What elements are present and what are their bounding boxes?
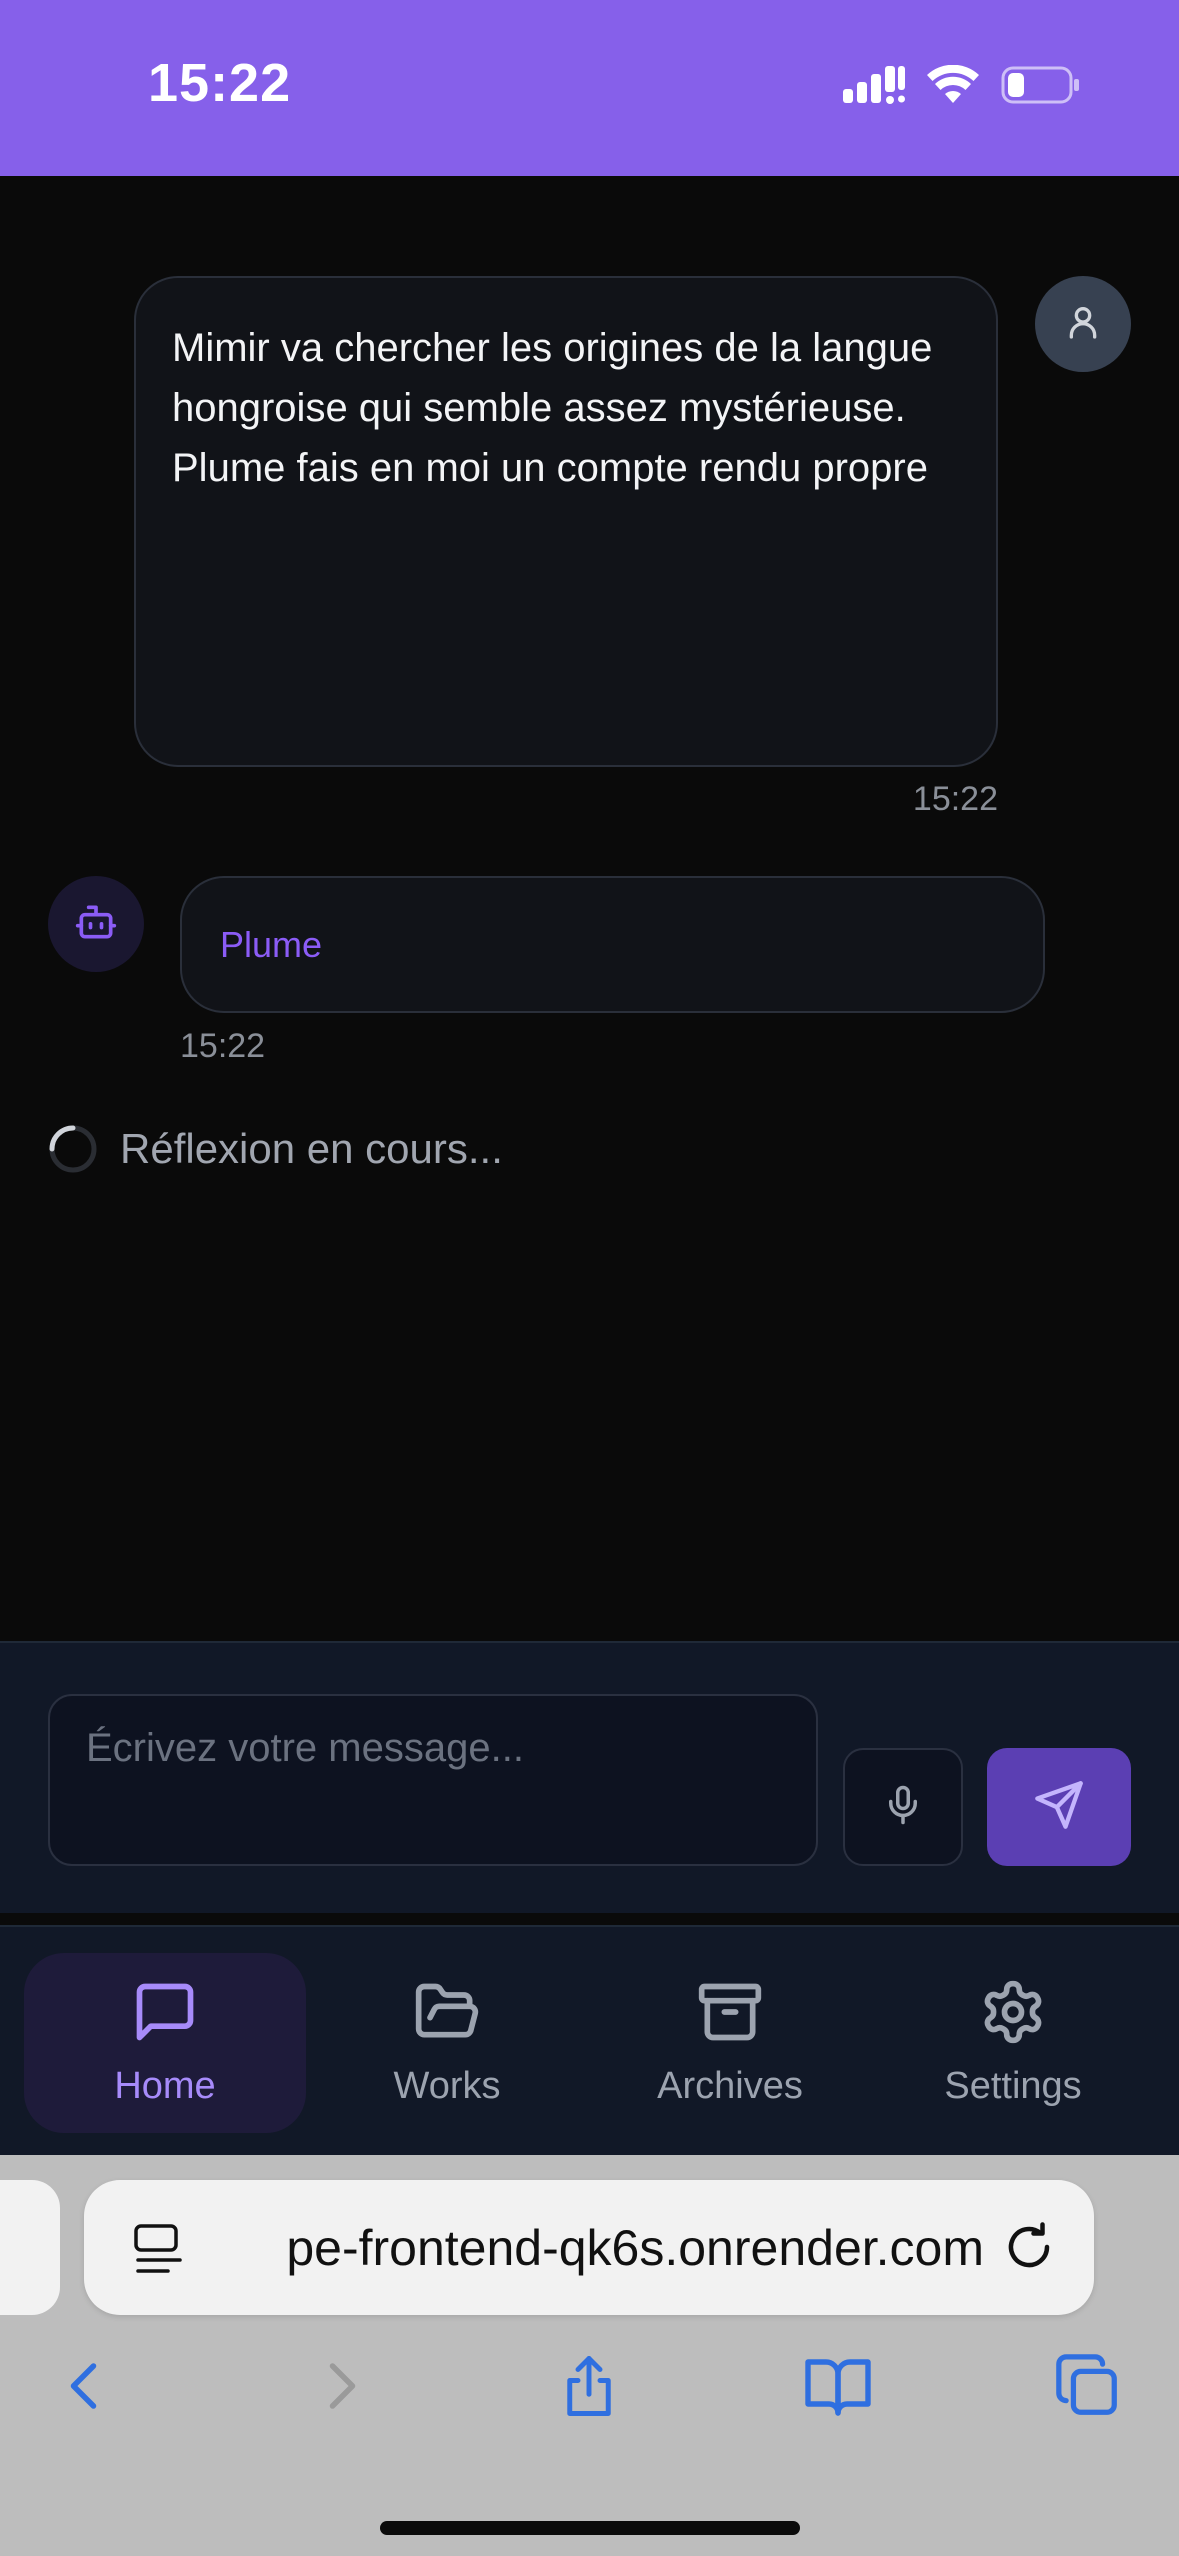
- thinking-indicator: Réflexion en cours...: [48, 1124, 503, 1174]
- user-message-bubble: Mimir va chercher les origines de la lan…: [134, 276, 998, 767]
- status-icons: [843, 60, 1081, 110]
- gear-icon: [979, 1978, 1047, 2051]
- address-bar[interactable]: pe-frontend-qk6s.onrender.com: [84, 2180, 1094, 2315]
- back-icon: [56, 2356, 116, 2421]
- battery-icon: [1001, 65, 1081, 105]
- spinner-icon: [48, 1124, 98, 1174]
- chat-icon: [131, 1978, 199, 2051]
- user-message-time: 15:22: [912, 780, 998, 818]
- status-time: 15:22: [148, 53, 292, 113]
- nav-item-works[interactable]: Works: [306, 1953, 588, 2133]
- bookmarks-button[interactable]: [790, 2340, 886, 2436]
- previous-tab-peek[interactable]: [0, 2180, 60, 2315]
- microphone-icon: [882, 1784, 924, 1831]
- user-avatar: [1035, 276, 1131, 372]
- bot-avatar: [48, 876, 144, 972]
- nav-label-settings: Settings: [944, 2065, 1082, 2107]
- user-message-text: Mimir va chercher les origines de la lan…: [172, 326, 933, 490]
- thinking-text: Réflexion en cours...: [120, 1125, 503, 1172]
- share-button[interactable]: [541, 2340, 637, 2436]
- status-bar: 15:22: [0, 0, 1179, 176]
- bot-message-bubble: Plume: [180, 876, 1045, 1013]
- bot-message-time: 15:22: [180, 1027, 266, 1065]
- tabs-button[interactable]: [1040, 2340, 1136, 2436]
- nav-item-home[interactable]: Home: [24, 1953, 306, 2133]
- send-button[interactable]: [987, 1748, 1131, 1866]
- nav-label-works: Works: [393, 2065, 501, 2107]
- folder-icon: [413, 1978, 481, 2051]
- nav-item-settings[interactable]: Settings: [872, 1953, 1154, 2133]
- nav-label-home: Home: [114, 2065, 216, 2107]
- microphone-button[interactable]: [843, 1748, 963, 1866]
- bot-icon: [74, 900, 118, 949]
- message-composer: [0, 1641, 1179, 1913]
- message-input[interactable]: [48, 1694, 818, 1866]
- url-text: pe-frontend-qk6s.onrender.com: [286, 2219, 984, 2276]
- divider: [0, 1913, 1179, 1925]
- home-indicator[interactable]: [380, 2521, 800, 2535]
- bookmarks-icon: [802, 2350, 874, 2427]
- browser-chrome: pe-frontend-qk6s.onrender.com: [0, 2155, 1179, 2556]
- reload-icon[interactable]: [1002, 2220, 1056, 2279]
- bottom-nav: Home Works Archives Settings: [0, 1925, 1179, 2155]
- forward-icon: [310, 2356, 370, 2421]
- cellular-signal-icon: [843, 65, 905, 105]
- nav-label-archives: Archives: [657, 2065, 803, 2107]
- share-icon: [556, 2353, 622, 2424]
- send-icon: [1033, 1779, 1085, 1836]
- forward-button[interactable]: [292, 2340, 388, 2436]
- nav-item-archives[interactable]: Archives: [589, 1953, 871, 2133]
- tabs-icon: [1053, 2351, 1123, 2426]
- bot-name: Plume: [220, 923, 323, 965]
- archive-icon: [696, 1978, 764, 2051]
- user-icon: [1063, 302, 1103, 347]
- back-button[interactable]: [38, 2340, 134, 2436]
- page-menu-icon[interactable]: [132, 2222, 186, 2281]
- wifi-icon: [927, 65, 979, 105]
